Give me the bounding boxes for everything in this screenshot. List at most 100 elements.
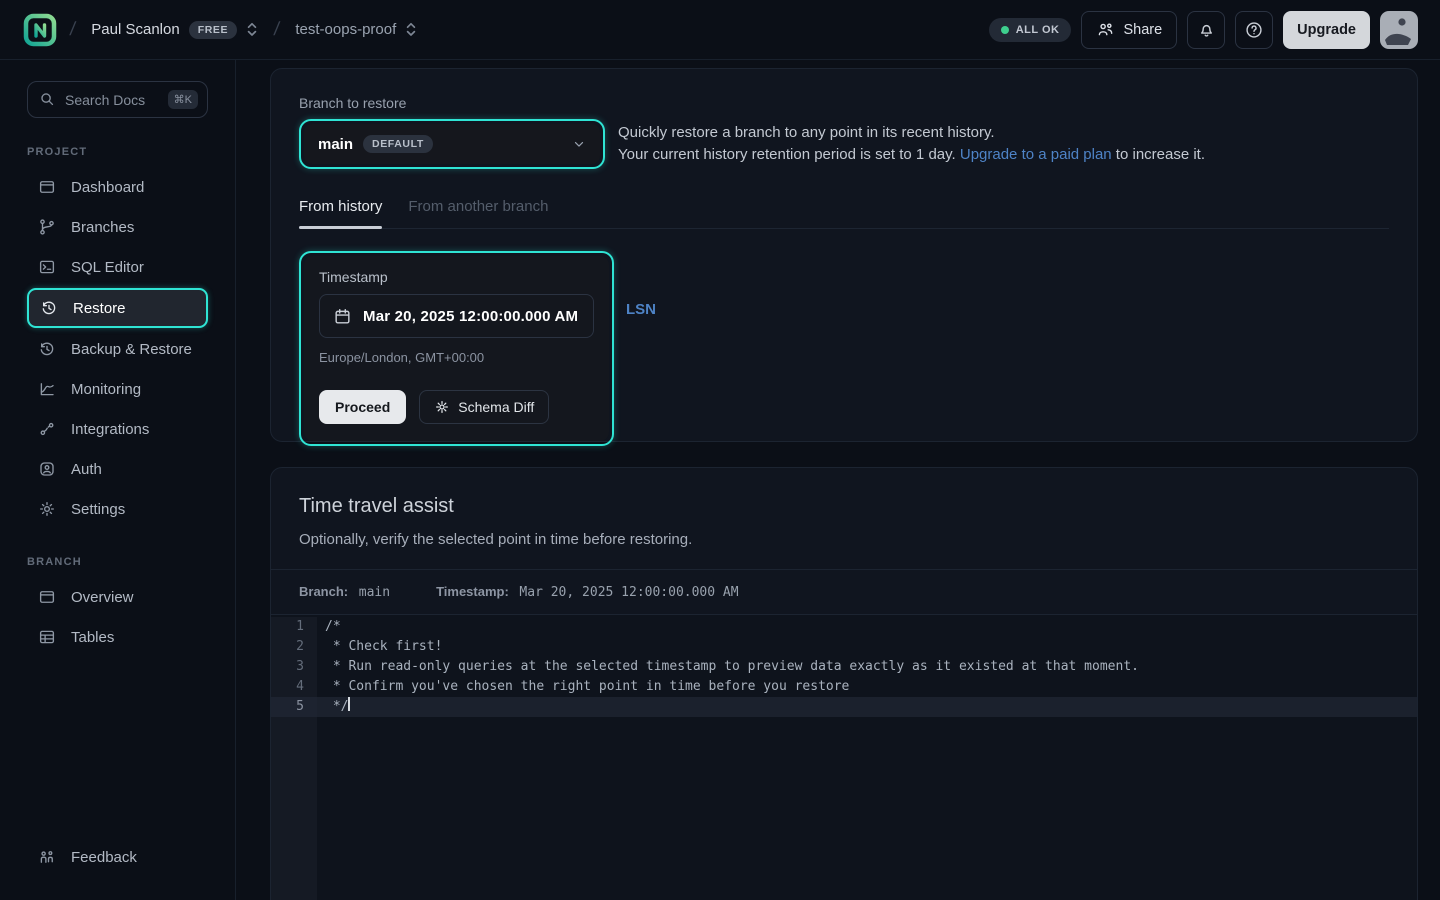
table-icon [38,628,56,646]
sidebar-item-backup-restore[interactable]: Backup & Restore [27,330,208,368]
sidebar-item-dashboard[interactable]: Dashboard [27,168,208,206]
default-badge: DEFAULT [363,135,433,153]
search-placeholder: Search Docs [65,92,159,108]
sidebar-item-label: Tables [71,629,114,646]
sidebar-item-label: Integrations [71,421,149,438]
chart-icon [38,380,56,398]
time-travel-context-bar: Branch: main Timestamp: Mar 20, 2025 12:… [271,569,1417,615]
sidebar-item-sql-editor[interactable]: SQL Editor [27,248,208,286]
sidebar-item-label: Settings [71,501,125,518]
user-avatar[interactable] [1380,11,1418,49]
line-number: 5 [271,697,317,717]
chevron-updown-icon [246,22,258,37]
restore-description: Quickly restore a branch to any point in… [618,122,1205,166]
status-dot-icon [1001,26,1009,34]
help-icon [1244,20,1264,40]
code-line: 1 /* [271,617,1417,637]
search-docs-input[interactable]: Search Docs ⌘K [27,81,208,118]
org-name: Paul Scanlon [91,21,179,38]
timezone-label: Europe/London, GMT+00:00 [319,350,594,365]
sidebar: Search Docs ⌘K PROJECT Dashboard Branche… [0,60,236,900]
timestamp-input[interactable]: Mar 20, 2025 12:00:00.000 AM [319,294,594,338]
sidebar-item-label: Backup & Restore [71,341,192,358]
window-icon [38,588,56,606]
chevron-down-icon [572,137,586,151]
sidebar-item-label: Dashboard [71,179,144,196]
line-number: 3 [271,657,317,677]
breadcrumb-separator: / [68,19,76,41]
help-button[interactable] [1235,11,1273,49]
line-number: 4 [271,677,317,697]
top-bar: / Paul Scanlon FREE / test-oops-proof AL… [0,0,1440,60]
tt-timestamp-value: Mar 20, 2025 12:00:00.000 AM [519,585,738,600]
people-icon [38,848,56,866]
line-number: 2 [271,637,317,657]
editor-empty-area [271,717,1417,900]
tt-branch-label: Branch: [299,584,348,599]
sidebar-item-label: Branches [71,219,134,236]
restore-tabs: From history From another branch [299,198,1389,229]
proceed-button[interactable]: Proceed [319,390,406,424]
calendar-icon [333,307,352,326]
breadcrumb-separator: / [273,19,281,41]
avatar-image [1380,11,1418,49]
plan-badge: FREE [189,21,237,39]
upgrade-button[interactable]: Upgrade [1283,11,1370,49]
branch-nav: Overview Tables [0,578,235,656]
neon-logo-icon [23,13,57,47]
time-travel-title: Time travel assist [299,495,1389,518]
bell-icon [1197,20,1216,39]
schema-diff-button[interactable]: Schema Diff [419,390,549,424]
project-switcher[interactable]: test-oops-proof [291,15,421,44]
project-name: test-oops-proof [295,21,396,38]
timestamp-label: Timestamp [319,269,594,285]
auth-shield-icon [38,460,56,478]
sidebar-item-label: Monitoring [71,381,141,398]
sidebar-item-tables[interactable]: Tables [27,618,208,656]
sql-code-editor[interactable]: 1 /* 2 * Check first! 3 * Run read-only … [271,615,1417,900]
line-number: 1 [271,617,317,637]
window-icon [38,178,56,196]
sidebar-item-label: Auth [71,461,102,478]
upgrade-paid-plan-link[interactable]: Upgrade to a paid plan [960,146,1112,163]
org-switcher[interactable]: Paul Scanlon FREE [87,15,262,45]
branch-select[interactable]: main DEFAULT [304,124,600,164]
sidebar-item-auth[interactable]: Auth [27,450,208,488]
integrations-icon [38,420,56,438]
tab-from-history[interactable]: From history [299,198,382,228]
restore-card: Branch to restore main DEFAULT Quickly r… [270,68,1418,442]
share-label: Share [1123,22,1162,38]
branch-to-restore-label: Branch to restore [299,95,1389,111]
timestamp-highlight: Timestamp Mar 20, 2025 12:00:00.000 AM E… [299,251,614,446]
neon-logo[interactable] [22,12,58,48]
sidebar-item-branches[interactable]: Branches [27,208,208,246]
gear-icon [38,500,56,518]
feedback-button[interactable]: Feedback [27,838,208,876]
sidebar-item-restore[interactable]: Restore [27,288,208,328]
branch-select-value: main [318,136,353,153]
sidebar-item-label: Restore [73,300,126,317]
sidebar-item-overview[interactable]: Overview [27,578,208,616]
notifications-button[interactable] [1187,11,1225,49]
lsn-link[interactable]: LSN [626,301,656,318]
search-shortcut: ⌘K [168,90,198,109]
code-line-active: 5 */ [271,697,1417,717]
people-icon [1096,20,1115,39]
sidebar-item-monitoring[interactable]: Monitoring [27,370,208,408]
status-badge[interactable]: ALL OK [989,18,1072,42]
search-icon [39,91,56,108]
sidebar-item-label: SQL Editor [71,259,144,276]
project-section-label: PROJECT [27,146,235,158]
tab-from-another-branch[interactable]: From another branch [408,198,548,228]
text-cursor [348,697,350,711]
upgrade-label: Upgrade [1297,22,1356,38]
sidebar-item-integrations[interactable]: Integrations [27,410,208,448]
share-button[interactable]: Share [1081,11,1177,49]
sidebar-item-settings[interactable]: Settings [27,490,208,528]
chevron-updown-icon [405,22,417,37]
feedback-label: Feedback [71,849,137,866]
status-label: ALL OK [1016,24,1060,36]
branch-section-label: BRANCH [27,556,235,568]
time-travel-subtitle: Optionally, verify the selected point in… [299,531,1389,548]
project-nav: Dashboard Branches SQL Editor Restore Ba… [0,168,235,528]
